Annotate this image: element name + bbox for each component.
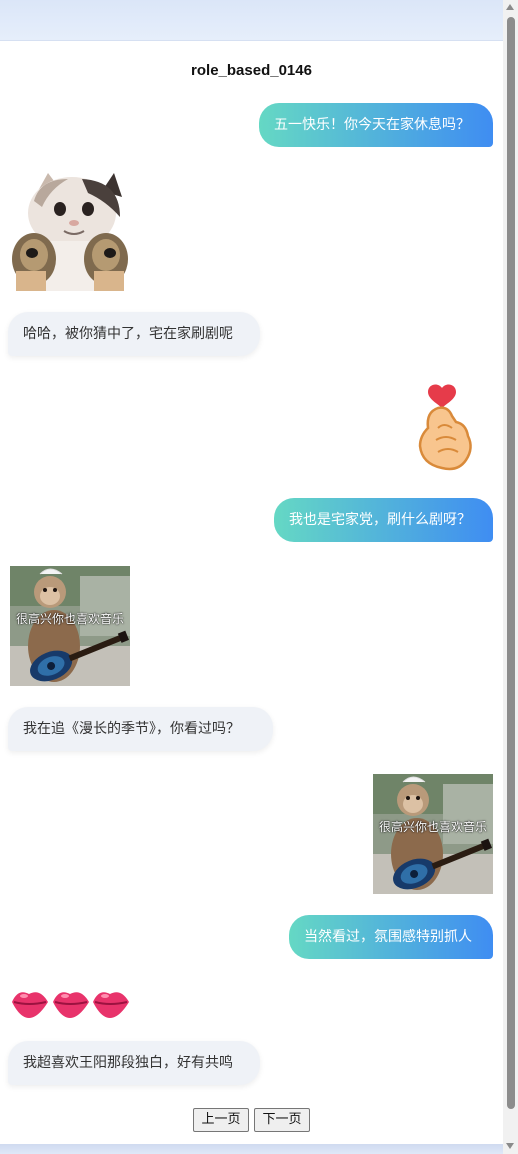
monkey-guitar-sticker[interactable]: 很高兴你也喜欢音乐 (373, 774, 493, 894)
header-band (0, 0, 503, 41)
footer-band (0, 1144, 503, 1154)
kiss-lips-icon (12, 992, 129, 1018)
cat-with-dog-hands-sticker[interactable] (10, 171, 130, 291)
scrollbar[interactable] (503, 0, 518, 1154)
message-bubble-sent: 当然看过，氛围感特别抓人 (289, 915, 493, 959)
finger-heart-icon (418, 384, 472, 471)
message-bubble-sent: 我也是宅家党，刷什么剧呀？ (274, 498, 493, 542)
sticker-caption: 很高兴你也喜欢音乐 (378, 820, 487, 834)
prev-page-button[interactable]: 上一页 (193, 1108, 249, 1132)
scrollbar-thumb[interactable] (507, 17, 515, 1109)
message-bubble-sent: 五一快乐！你今天在家休息吗？ (259, 103, 493, 147)
page-title: role_based_0146 (191, 62, 312, 79)
sticker-caption: 很高兴你也喜欢音乐 (15, 612, 124, 626)
scroll-down-icon[interactable] (506, 1143, 514, 1149)
message-bubble-received: 我超喜欢王阳那段独白，好有共鸣 (8, 1041, 260, 1085)
next-page-button[interactable]: 下一页 (254, 1108, 310, 1132)
message-bubble-received: 我在追《漫长的季节》，你看过吗？ (8, 707, 273, 751)
message-bubble-received: 哈哈，被你猜中了，宅在家刷剧呢 (8, 312, 260, 356)
monkey-guitar-sticker[interactable]: 很高兴你也喜欢音乐 (10, 566, 130, 686)
scroll-up-icon[interactable] (506, 4, 514, 10)
